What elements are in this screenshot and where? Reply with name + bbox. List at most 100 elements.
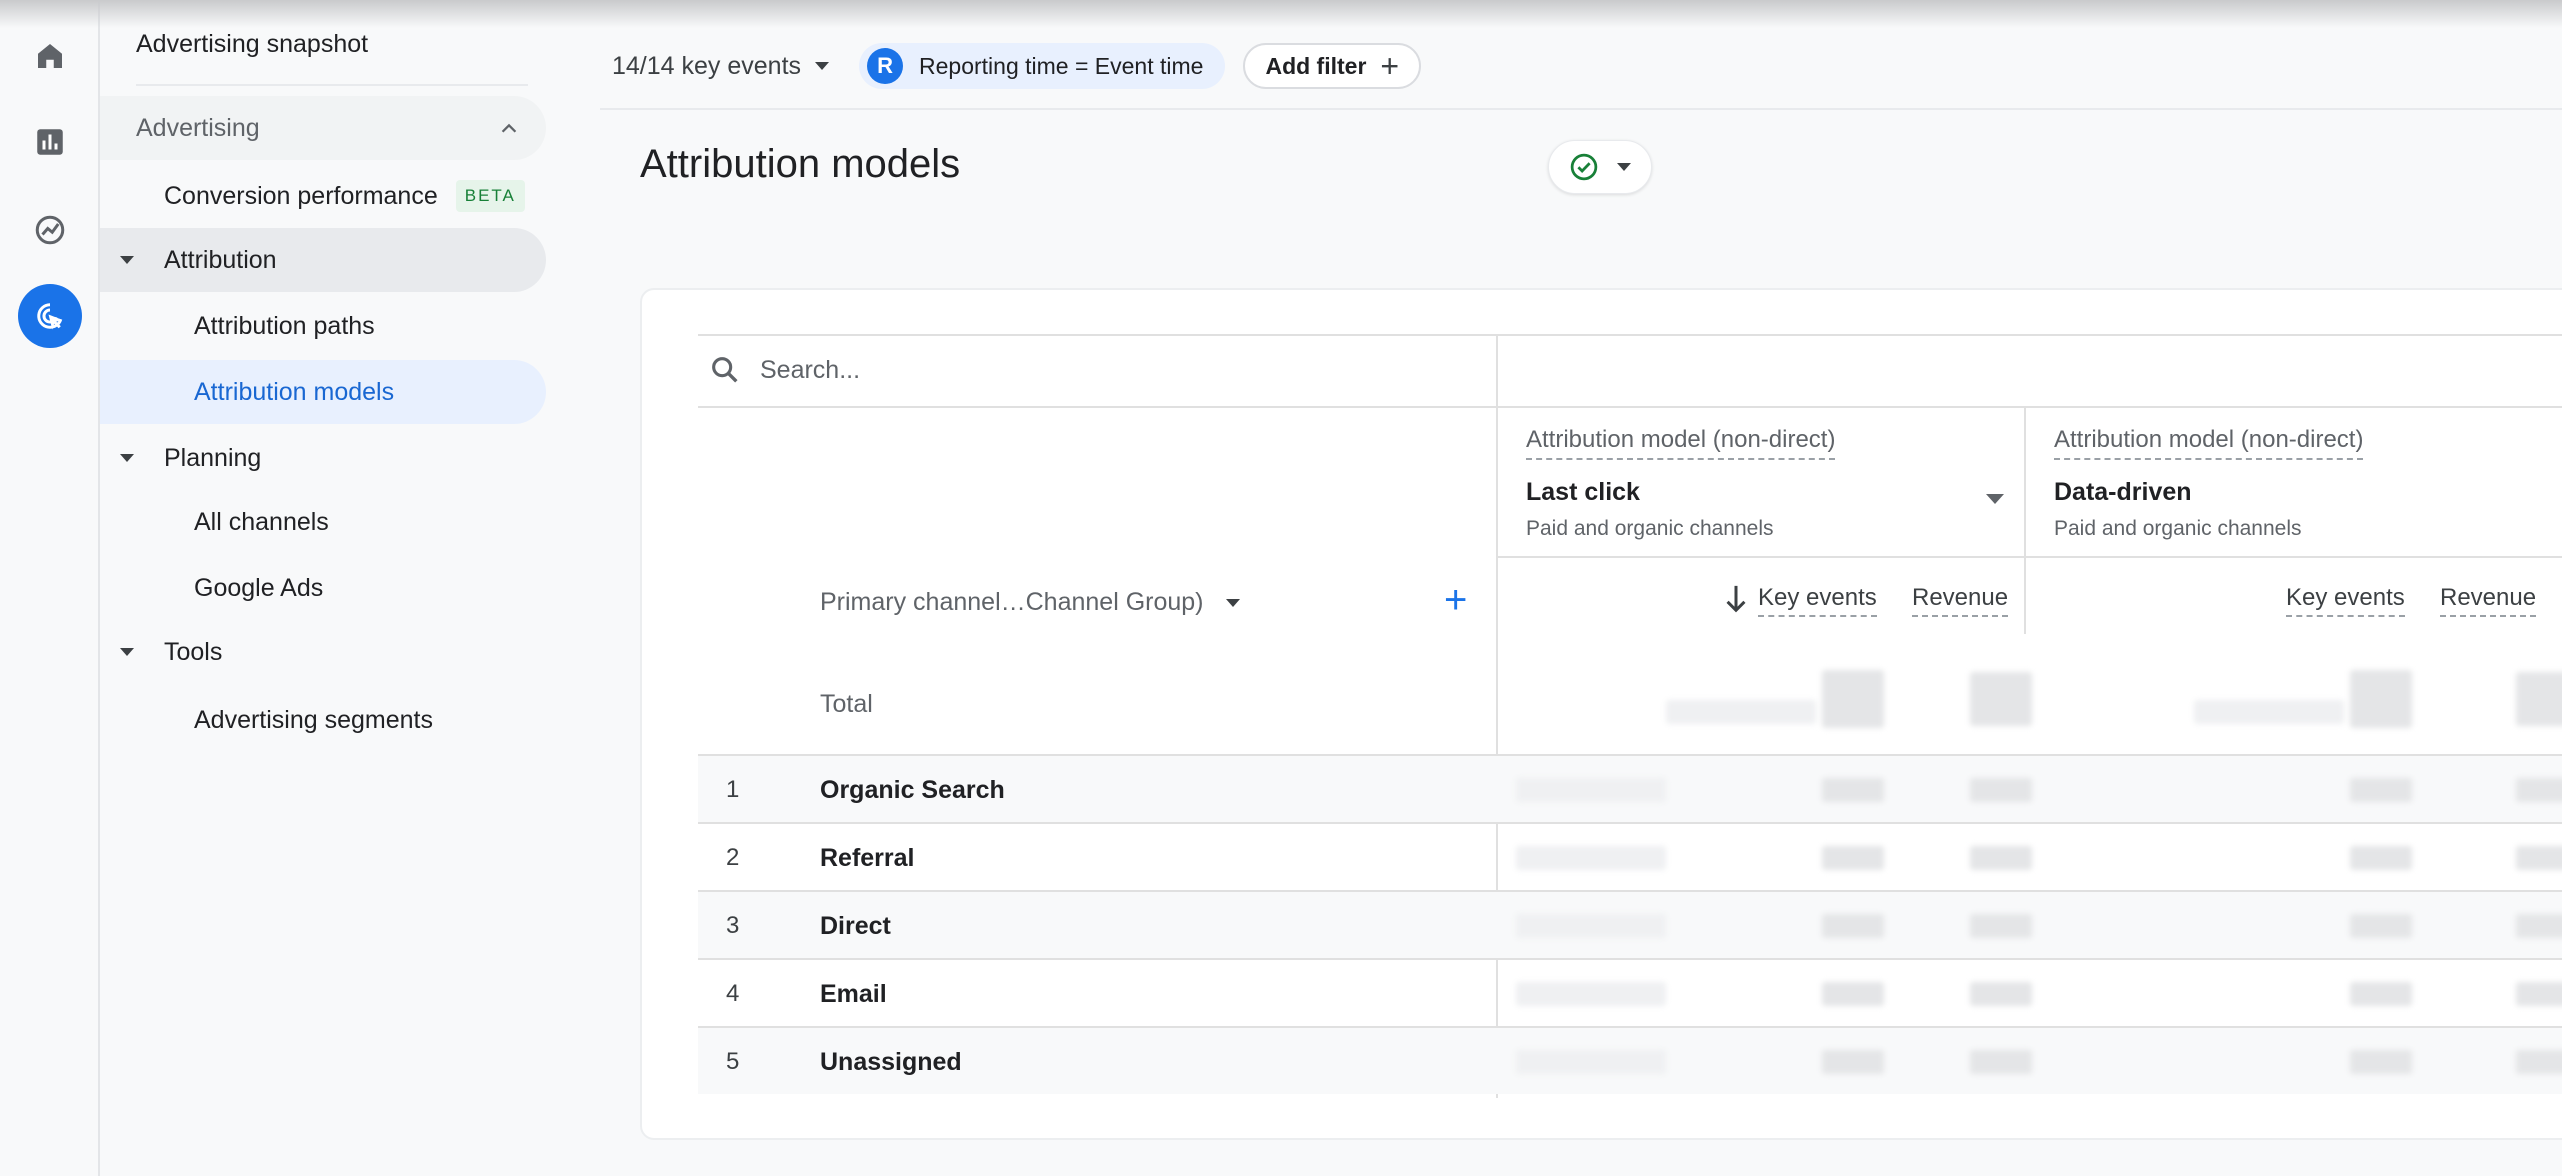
table-row[interactable]: 1 Organic Search [698, 756, 2562, 822]
sidebar-item-tools[interactable]: Tools [100, 620, 546, 684]
main-content: 14/14 key events R Reporting time = Even… [560, 0, 2562, 1176]
redacted-value [2516, 914, 2562, 938]
grid-line [1496, 556, 2562, 558]
table-row[interactable]: 4 Email [698, 960, 2562, 1026]
total-label: Total [820, 690, 873, 718]
sidebar-item-label: Advertising segments [194, 705, 434, 734]
caret-down-icon [120, 648, 134, 656]
sidebar-item-label: Attribution models [194, 377, 395, 406]
redacted-value [1970, 672, 2032, 726]
plus-icon: + [1380, 48, 1400, 84]
model-header-2[interactable]: Attribution model (non-direct) Data-driv… [2054, 426, 2364, 541]
metric-revenue[interactable]: Revenue [1912, 584, 2009, 617]
redacted-value [1516, 846, 1666, 870]
redacted-value [1516, 914, 1666, 938]
redacted-value [2350, 846, 2412, 870]
reporting-time-label: Reporting time = Event time [919, 52, 1204, 79]
sidebar-item-segments[interactable]: Advertising segments [194, 688, 433, 752]
sidebar: Advertising snapshot Advertising Convers… [100, 0, 560, 1176]
model-name: Data-driven [2054, 478, 2192, 506]
redacted-value [1822, 1050, 1884, 1074]
table-row[interactable]: 3 Direct [698, 892, 2562, 958]
sidebar-item-all-channels[interactable]: All channels [194, 490, 329, 554]
sort-arrow-icon[interactable] [1724, 584, 1748, 614]
redacted-value [1970, 1050, 2032, 1074]
model-label: Attribution model (non-direct) [1526, 426, 1836, 460]
redacted-value [2194, 700, 2344, 724]
metric-key-events[interactable]: Key events [2286, 584, 2405, 617]
grid-line [698, 334, 2562, 336]
add-filter-button[interactable]: Add filter + [1243, 43, 1422, 89]
table-row[interactable]: 5 Unassigned [698, 1028, 2562, 1094]
row-number: 1 [726, 776, 740, 803]
redacted-value [1666, 700, 1816, 724]
model-header-1[interactable]: Attribution model (non-direct) Last clic… [1526, 426, 1836, 541]
redacted-value [1970, 846, 2032, 870]
redacted-value [1516, 982, 1666, 1006]
search-input[interactable]: Search... [760, 356, 860, 385]
sidebar-item-attribution-paths[interactable]: Attribution paths [194, 294, 375, 358]
row-number: 5 [726, 1048, 740, 1075]
sidebar-item-label: Attribution paths [194, 311, 375, 340]
redacted-value [2350, 982, 2412, 1006]
table-search[interactable]: Search... [708, 334, 860, 406]
dimension-selector[interactable]: Primary channel…Channel Group) [820, 588, 1240, 617]
caret-down-icon [120, 256, 134, 264]
home-button[interactable] [18, 24, 82, 88]
sidebar-item-label: Conversion performance [164, 181, 438, 210]
redacted-value [2516, 846, 2562, 870]
row-label[interactable]: Referral [820, 844, 915, 873]
sidebar-section-label: Advertising [136, 113, 260, 142]
redacted-value [2350, 914, 2412, 938]
metric-revenue[interactable]: Revenue [2440, 584, 2537, 617]
search-icon [712, 357, 738, 383]
redacted-value [1516, 778, 1666, 802]
model-dropdown-icon[interactable] [1986, 494, 2004, 504]
row-label[interactable]: Email [820, 980, 887, 1009]
redacted-value [1970, 982, 2032, 1006]
row-number: 2 [726, 844, 740, 871]
row-number: 3 [726, 912, 740, 939]
sidebar-item-planning[interactable]: Planning [100, 426, 546, 490]
redacted-value [1516, 1050, 1666, 1074]
add-dimension-button[interactable]: + [1444, 580, 1467, 620]
row-label[interactable]: Unassigned [820, 1048, 962, 1077]
sidebar-item-label: Attribution [164, 245, 277, 274]
explore-icon [35, 215, 65, 245]
grid-line [2024, 406, 2026, 634]
sidebar-item-label: All channels [194, 507, 329, 536]
redacted-value [2350, 778, 2412, 802]
row-number: 4 [726, 980, 740, 1007]
sidebar-item-google-ads[interactable]: Google Ads [194, 556, 323, 620]
total-row: Total [698, 654, 2562, 754]
reporting-time-chip[interactable]: R Reporting time = Event time [859, 43, 1226, 89]
filter-bar: 14/14 key events R Reporting time = Even… [600, 36, 1422, 96]
redacted-value [2516, 1050, 2562, 1074]
dropdown-arrow-icon [815, 62, 830, 70]
sidebar-item-attribution[interactable]: Attribution [100, 228, 546, 292]
advertising-icon [37, 303, 63, 330]
redacted-value [1822, 778, 1884, 802]
explore-button[interactable] [18, 198, 82, 262]
key-events-selector[interactable]: 14/14 key events [600, 52, 841, 81]
row-label[interactable]: Direct [820, 912, 891, 941]
row-label[interactable]: Organic Search [820, 776, 1005, 805]
model-name: Last click [1526, 478, 1640, 506]
metric-key-events[interactable]: Key events [1758, 584, 1877, 617]
model-label: Attribution model (non-direct) [2054, 426, 2364, 460]
status-menu-button[interactable] [1548, 140, 1652, 194]
caret-down-icon [120, 454, 134, 462]
sidebar-item-snapshot[interactable]: Advertising snapshot [136, 12, 368, 76]
nav-rail [0, 0, 100, 1176]
sidebar-item-label: Advertising snapshot [136, 29, 369, 58]
table-row[interactable]: 2 Referral [698, 824, 2562, 890]
reports-button[interactable] [18, 110, 82, 174]
sidebar-section-advertising[interactable]: Advertising [100, 96, 546, 160]
dropdown-arrow-icon [1617, 163, 1631, 171]
sidebar-item-attribution-models[interactable]: Attribution models [100, 360, 546, 424]
grid-line [698, 406, 2562, 408]
sidebar-item-conversion[interactable]: Conversion performance BETA [164, 164, 525, 228]
advertising-button[interactable] [18, 284, 82, 348]
key-events-label: 14/14 key events [612, 51, 802, 80]
model-subtitle: Paid and organic channels [1526, 517, 1774, 540]
